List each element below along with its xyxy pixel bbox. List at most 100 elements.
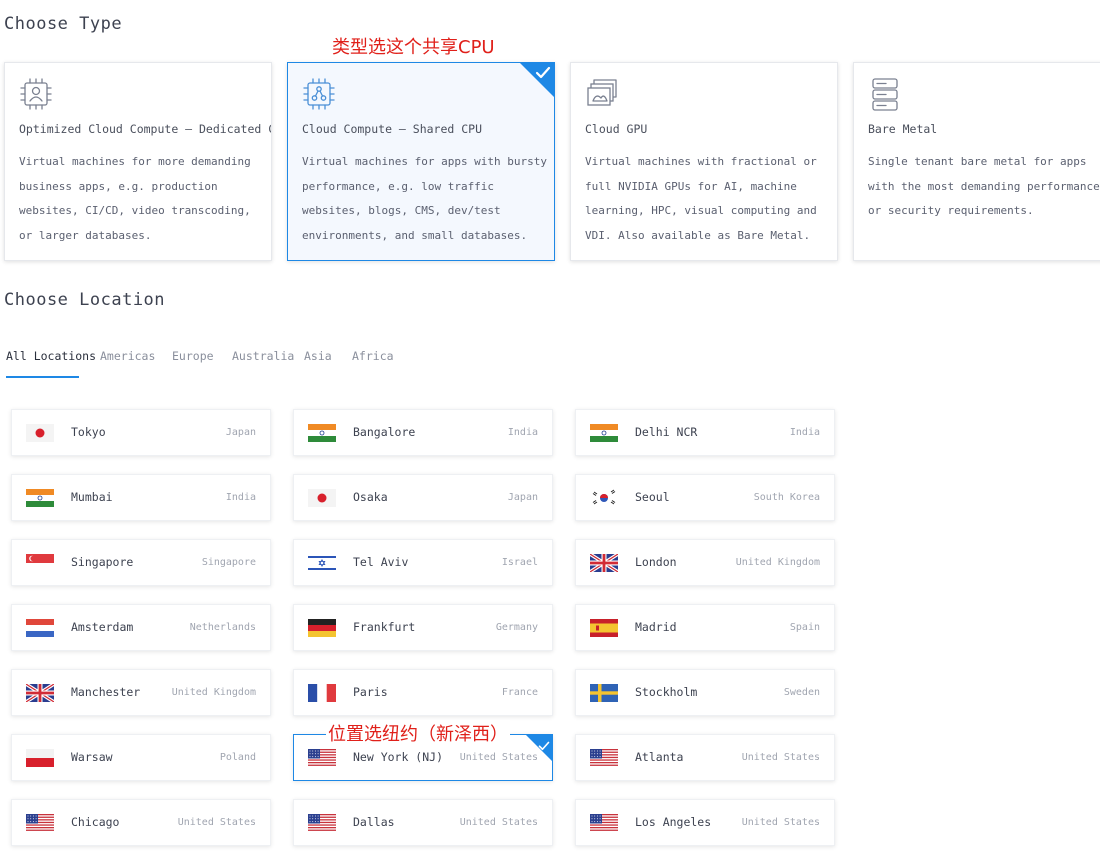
flag-sg-icon xyxy=(26,554,54,572)
location-card-singapore[interactable]: Singapore Singapore xyxy=(11,539,271,586)
type-card-cloud-gpu[interactable]: Cloud GPU Virtual machines with fractiona… xyxy=(570,62,838,261)
tab-australia[interactable]: Australia xyxy=(232,342,294,376)
location-city: New York (NJ) xyxy=(353,750,444,764)
location-city: Osaka xyxy=(353,490,388,504)
location-card-paris[interactable]: Paris France xyxy=(293,669,553,716)
location-card-seoul[interactable]: Seoul South Korea xyxy=(575,474,835,521)
location-card-warsaw[interactable]: Warsaw Poland xyxy=(11,734,271,781)
location-city: Madrid xyxy=(635,620,677,634)
location-card-madrid[interactable]: Madrid Spain xyxy=(575,604,835,651)
choose-location-title: Choose Location xyxy=(4,290,166,310)
location-city: Bangalore xyxy=(353,425,416,439)
type-annotation: 类型选这个共享CPU xyxy=(332,37,495,58)
type-card-title: Cloud Compute — Shared CPU xyxy=(302,122,483,136)
tab-asia[interactable]: Asia xyxy=(304,342,332,376)
location-city: Delhi NCR xyxy=(635,425,698,439)
type-card-title: Optimized Cloud Compute — Dedicated CPU xyxy=(19,122,272,136)
location-city: Mumbai xyxy=(71,490,113,504)
location-city: Manchester xyxy=(71,685,141,699)
checkmark-icon xyxy=(535,65,551,79)
tab-americas[interactable]: Americas xyxy=(100,342,155,376)
location-city: Tel Aviv xyxy=(353,555,409,569)
location-country: Netherlands xyxy=(189,622,256,633)
gpu-icon xyxy=(585,77,619,111)
type-card-description: Virtual machines for apps with bursty pe… xyxy=(302,155,548,242)
location-country: Israel xyxy=(501,557,538,568)
checkmark-icon xyxy=(538,736,550,750)
location-city: Tokyo xyxy=(71,425,106,439)
location-country: Japan xyxy=(507,492,538,503)
type-card-optimized-cloud-compute-dedicated-cpu[interactable]: Optimized Cloud Compute — Dedicated CPU V… xyxy=(4,62,272,261)
flag-jp-icon xyxy=(308,489,336,507)
flag-us-icon xyxy=(590,749,618,767)
tab-all-locations[interactable]: All Locations xyxy=(6,342,96,378)
location-city: Frankfurt xyxy=(353,620,416,634)
location-city: Warsaw xyxy=(71,750,113,764)
server-rack-icon xyxy=(868,77,902,111)
location-card-frankfurt[interactable]: Frankfurt Germany xyxy=(293,604,553,651)
choose-type-title: Choose Type xyxy=(4,14,123,34)
location-country: Sweden xyxy=(783,687,820,698)
location-country: United States xyxy=(741,752,820,763)
flag-de-icon xyxy=(308,619,336,637)
flag-pl-icon xyxy=(26,749,54,767)
location-country: United States xyxy=(177,817,256,828)
location-card-dallas[interactable]: Dallas United States xyxy=(293,799,553,846)
location-city: Dallas xyxy=(353,815,395,829)
location-city: Los Angeles xyxy=(635,815,712,829)
location-card-chicago[interactable]: Chicago United States xyxy=(11,799,271,846)
shared-cpu-icon xyxy=(302,77,336,111)
flag-us-icon xyxy=(308,814,336,832)
flag-in-icon xyxy=(26,489,54,507)
type-card-cloud-compute-shared-cpu[interactable]: Cloud Compute — Shared CPU Virtual machin… xyxy=(287,62,555,261)
location-city: Chicago xyxy=(71,815,120,829)
flag-us-icon xyxy=(308,749,336,767)
location-card-stockholm[interactable]: Stockholm Sweden xyxy=(575,669,835,716)
location-country: India xyxy=(507,427,538,438)
flag-us-icon xyxy=(590,814,618,832)
location-card-tel-aviv[interactable]: Tel Aviv Israel xyxy=(293,539,553,586)
type-card-bare-metal[interactable]: Bare Metal Single tenant bare metal for a… xyxy=(853,62,1100,261)
flag-in-icon xyxy=(590,424,618,442)
location-country: Singapore xyxy=(201,557,256,568)
optimized-compute-icon xyxy=(19,77,53,111)
location-country: United States xyxy=(741,817,820,828)
location-card-osaka[interactable]: Osaka Japan xyxy=(293,474,553,521)
flag-il-icon xyxy=(308,554,336,572)
location-card-london[interactable]: London United Kingdom xyxy=(575,539,835,586)
type-card-description: Virtual machines with fractional or full… xyxy=(585,155,817,242)
flag-in-icon xyxy=(308,424,336,442)
flag-jp-icon xyxy=(26,424,54,442)
location-city: Seoul xyxy=(635,490,670,504)
flag-kr-icon xyxy=(590,489,618,507)
flag-nl-icon xyxy=(26,619,54,637)
location-city: London xyxy=(635,555,677,569)
location-country: United States xyxy=(459,817,538,828)
location-country: South Korea xyxy=(753,492,820,503)
flag-fr-icon xyxy=(308,684,336,702)
flag-es-icon xyxy=(590,619,618,637)
location-country: Germany xyxy=(495,622,538,633)
location-card-los-angeles[interactable]: Los Angeles United States xyxy=(575,799,835,846)
location-city: Paris xyxy=(353,685,388,699)
location-annotation: 位置选纽约（新泽西） xyxy=(326,720,510,746)
location-country: France xyxy=(501,687,538,698)
location-city: Stockholm xyxy=(635,685,698,699)
location-card-amsterdam[interactable]: Amsterdam Netherlands xyxy=(11,604,271,651)
flag-gb-icon xyxy=(26,684,54,702)
location-country: Japan xyxy=(225,427,256,438)
flag-gb-icon xyxy=(590,554,618,572)
flag-us-icon xyxy=(26,814,54,832)
location-country: United Kingdom xyxy=(735,557,820,568)
location-card-manchester[interactable]: Manchester United Kingdom xyxy=(11,669,271,716)
location-card-mumbai[interactable]: Mumbai India xyxy=(11,474,271,521)
location-card-delhi-ncr[interactable]: Delhi NCR India xyxy=(575,409,835,456)
tab-africa[interactable]: Africa xyxy=(352,342,394,376)
location-card-atlanta[interactable]: Atlanta United States xyxy=(575,734,835,781)
type-card-description: Virtual machines for more demanding busi… xyxy=(19,155,251,242)
location-country: India xyxy=(225,492,256,503)
type-card-title: Cloud GPU xyxy=(585,122,648,136)
location-card-tokyo[interactable]: Tokyo Japan xyxy=(11,409,271,456)
location-card-bangalore[interactable]: Bangalore India xyxy=(293,409,553,456)
tab-europe[interactable]: Europe xyxy=(172,342,214,376)
